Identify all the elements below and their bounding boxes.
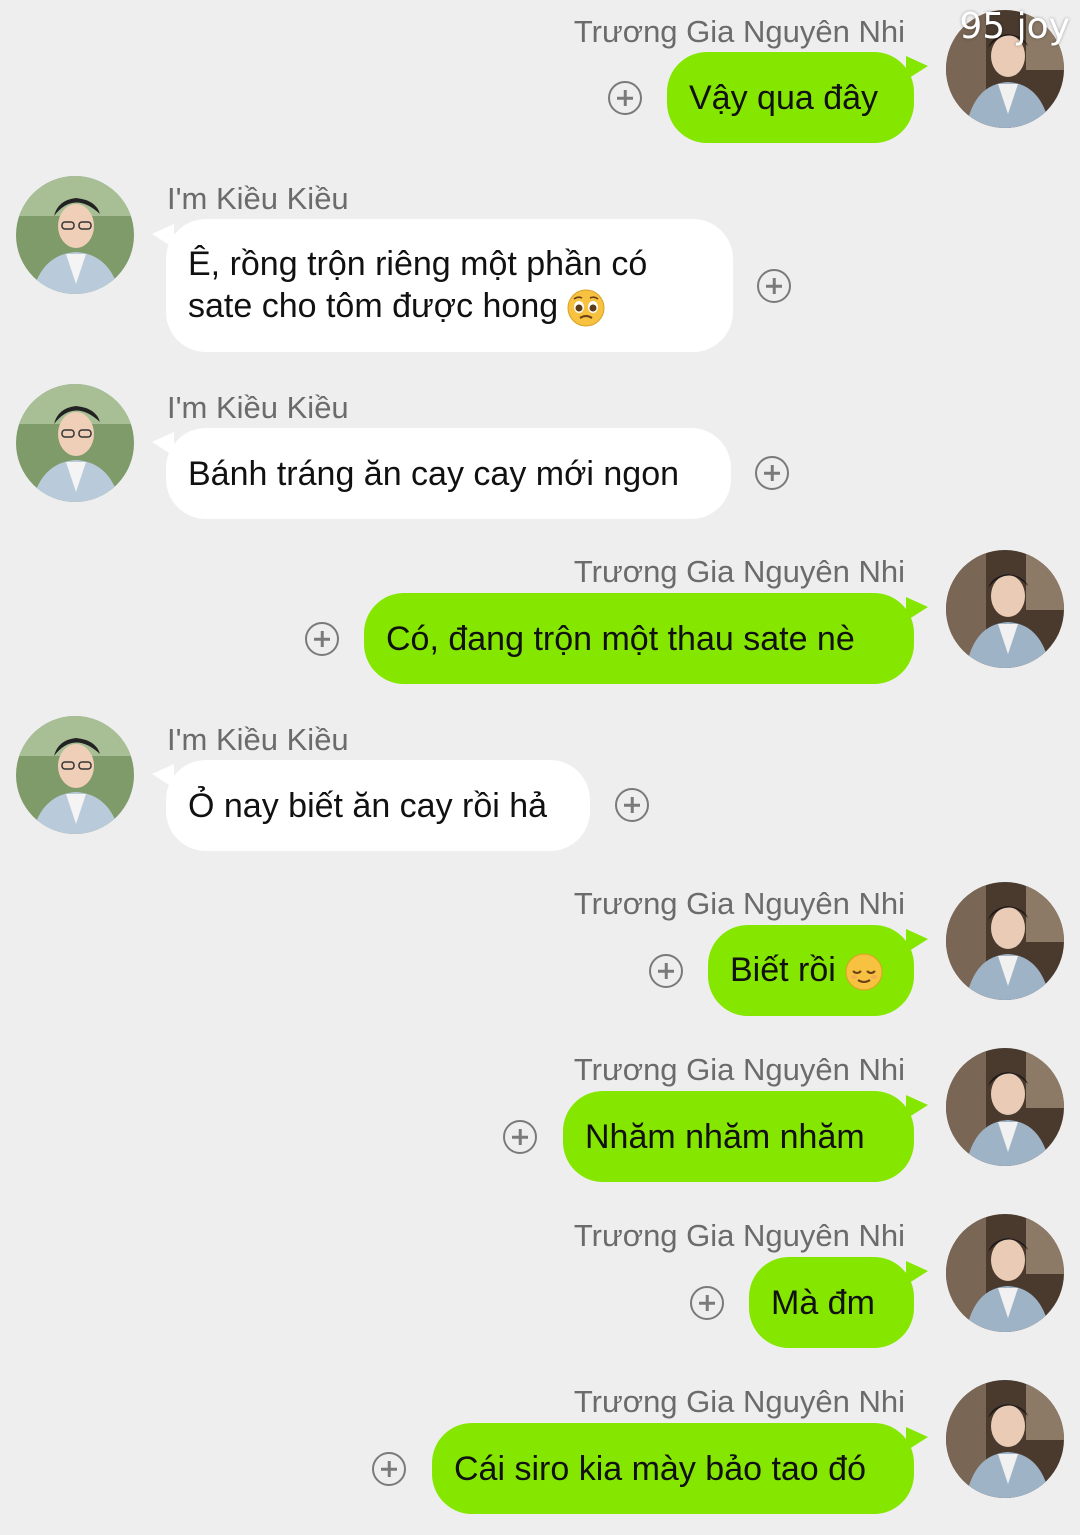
sender-name: Trương Gia Nguyên Nhi <box>573 1384 905 1419</box>
sender-name: Trương Gia Nguyên Nhi <box>573 554 905 589</box>
sender-name: Trương Gia Nguyên Nhi <box>573 886 905 921</box>
sender-name: Trương Gia Nguyên Nhi <box>573 14 905 49</box>
message-row: Trương Gia Nguyên Nhi Biết rồi <box>0 872 1080 1032</box>
message-bubble[interactable]: Nhăm nhăm nhăm <box>563 1091 914 1182</box>
add-reaction-icon[interactable] <box>649 954 683 988</box>
bubble-tail <box>906 56 928 80</box>
avatar-me[interactable] <box>946 550 1064 668</box>
message-row: Trương Gia Nguyên Nhi Có, đang trộn một … <box>0 540 1080 700</box>
message-row: Trương Gia Nguyên Nhi Nhăm nhăm nhăm <box>0 1038 1080 1198</box>
message-text: Ê, rồng trộn riêng một phần có sate cho … <box>188 243 711 328</box>
message-bubble[interactable]: Ê, rồng trộn riêng một phần có sate cho … <box>166 219 733 352</box>
message-row: I'm Kiều Kiều Bánh tráng ăn cay cay mới … <box>0 370 1080 530</box>
message-row: Trương Gia Nguyên Nhi Mà đm <box>0 1204 1080 1364</box>
message-text: Nhăm nhăm nhăm <box>585 1117 865 1156</box>
watermark: 95 joy <box>959 6 1070 47</box>
avatar-other[interactable] <box>16 384 134 502</box>
message-text: Ỏ nay biết ăn cay rồi hả <box>188 786 548 825</box>
add-reaction-icon[interactable] <box>755 456 789 490</box>
message-text: Vậy qua đây <box>689 78 879 117</box>
add-reaction-icon[interactable] <box>503 1120 537 1154</box>
bubble-tail <box>906 1427 928 1451</box>
bubble-tail <box>906 1261 928 1285</box>
avatar-me[interactable] <box>946 882 1064 1000</box>
bubble-tail <box>906 1095 928 1119</box>
message-row: I'm Kiều Kiều Ỏ nay biết ăn cay rồi hả <box>0 702 1080 862</box>
message-bubble[interactable]: Mà đm <box>749 1257 914 1348</box>
message-bubble[interactable]: Biết rồi <box>708 925 914 1016</box>
message-text: Biết rồi <box>730 949 884 992</box>
add-reaction-icon[interactable] <box>757 269 791 303</box>
pleading-face-icon <box>567 289 606 327</box>
message-bubble[interactable]: Vậy qua đây <box>667 52 914 143</box>
avatar-me[interactable] <box>946 1380 1064 1498</box>
message-bubble[interactable]: Cái siro kia mày bảo tao đó <box>432 1423 914 1514</box>
relieved-face-icon <box>844 953 883 991</box>
add-reaction-icon[interactable] <box>608 81 642 115</box>
sender-name: I'm Kiều Kiều <box>167 390 349 425</box>
avatar-other[interactable] <box>16 176 134 294</box>
message-text: Mà đm <box>771 1283 875 1322</box>
message-bubble[interactable]: Ỏ nay biết ăn cay rồi hả <box>166 760 590 851</box>
bubble-tail <box>906 597 928 621</box>
sender-name: Trương Gia Nguyên Nhi <box>573 1218 905 1253</box>
bubble-tail <box>906 929 928 953</box>
add-reaction-icon[interactable] <box>615 788 649 822</box>
message-text: Có, đang trộn một thau sate nè <box>386 619 855 658</box>
message-row: Trương Gia Nguyên Nhi Vậy qua đây <box>0 0 1080 160</box>
add-reaction-icon[interactable] <box>305 622 339 656</box>
message-row: I'm Kiều Kiều Ê, rồng trộn riêng một phầ… <box>0 160 1080 360</box>
avatar-other[interactable] <box>16 716 134 834</box>
message-row: Trương Gia Nguyên Nhi Cái siro kia mày b… <box>0 1370 1080 1535</box>
message-text: Bánh tráng ăn cay cay mới ngon <box>188 454 680 493</box>
sender-name: I'm Kiều Kiều <box>167 181 349 216</box>
sender-name: I'm Kiều Kiều <box>167 722 349 757</box>
message-text: Cái siro kia mày bảo tao đó <box>454 1449 866 1488</box>
sender-name: Trương Gia Nguyên Nhi <box>573 1052 905 1087</box>
avatar-me[interactable] <box>946 1048 1064 1166</box>
message-bubble[interactable]: Có, đang trộn một thau sate nè <box>364 593 914 684</box>
avatar-me[interactable] <box>946 1214 1064 1332</box>
message-bubble[interactable]: Bánh tráng ăn cay cay mới ngon <box>166 428 731 519</box>
add-reaction-icon[interactable] <box>690 1286 724 1320</box>
add-reaction-icon[interactable] <box>372 1452 406 1486</box>
